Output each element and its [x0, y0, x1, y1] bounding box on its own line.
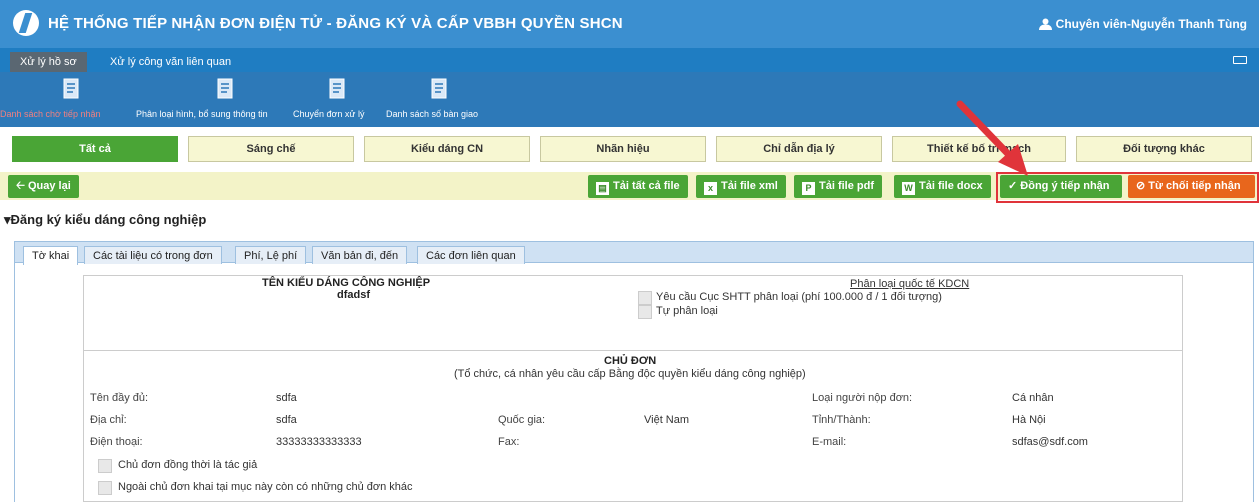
classification-option-2: Tự phân loại — [656, 305, 718, 317]
phone-label: Điện thoại: — [90, 436, 143, 448]
document-list-icon[interactable] — [328, 78, 348, 100]
category-bar: Tất cả Sáng chế Kiểu dáng CN Nhãn hiệu C… — [0, 136, 1259, 164]
user-icon — [1038, 18, 1052, 30]
main-tabbar: Xử lý hồ sơ Xử lý công văn liên quan — [0, 48, 1259, 72]
xml-icon: x — [704, 182, 717, 195]
form-tabs: Tờ khai Các tài liệu có trong đơn Phí, L… — [14, 241, 1254, 265]
back-button[interactable]: 🡠 Quay lại — [8, 175, 79, 198]
keyboard-icon[interactable] — [1233, 56, 1247, 64]
back-arrow-icon: 🡠 — [16, 180, 28, 192]
tab-xu-ly-cong-van[interactable]: Xử lý công văn liên quan — [100, 52, 241, 72]
category-khac[interactable]: Đối tượng khác — [1076, 136, 1252, 162]
app-logo — [13, 10, 39, 36]
document-list-icon[interactable] — [430, 78, 450, 100]
form-tab-van-ban[interactable]: Văn bản đi, đến — [312, 246, 408, 264]
form-tab-don-lien-quan[interactable]: Các đơn liên quan — [417, 246, 525, 264]
category-chi-dan[interactable]: Chỉ dẫn địa lý — [716, 136, 882, 162]
category-kieu-dang[interactable]: Kiểu dáng CN — [364, 136, 530, 162]
download-xml-button[interactable]: x Tải file xml — [696, 175, 786, 198]
owner-is-author-label: Chủ đơn đồng thời là tác giả — [118, 459, 258, 471]
document-list-icon[interactable] — [62, 78, 82, 100]
form-tab-tai-lieu[interactable]: Các tài liệu có trong đơn — [84, 246, 222, 264]
download-xml-label: Tải file xml — [721, 180, 778, 192]
download-pdf-label: Tải file pdf — [819, 180, 874, 192]
fullname-label: Tên đầy đủ: — [90, 392, 149, 404]
toolbar-label-ban-giao[interactable]: Danh sách số bàn giao — [386, 109, 478, 119]
toolbar-label-cho-tiep-nhan[interactable]: Danh sách chờ tiếp nhận — [0, 109, 100, 119]
section-title[interactable]: ▾Đăng ký kiểu dáng công nghiệp — [4, 212, 206, 228]
user-menu[interactable]: Chuyên viên-Nguyễn Thanh Tùng — [1038, 17, 1247, 31]
self-classify-checkbox[interactable] — [638, 305, 652, 319]
country-value: Việt Nam — [644, 414, 690, 426]
classification-option-1: Yêu cầu Cục SHTT phân loại (phí 100.000 … — [656, 291, 942, 303]
design-heading: TÊN KIỂU DÁNG CÔNG NGHIỆP — [262, 277, 431, 289]
owner-subheading: (Tổ chức, cá nhân yêu cầu cấp Bằng độc q… — [454, 368, 806, 380]
owner-is-author-checkbox[interactable] — [98, 459, 112, 473]
category-nhan-hieu[interactable]: Nhãn hiệu — [540, 136, 706, 162]
classification-link[interactable]: Phân loại quốc tế KDCN — [850, 278, 969, 290]
category-tat-ca[interactable]: Tất cả — [12, 136, 178, 162]
back-label: Quay lại — [27, 180, 71, 192]
download-pdf-button[interactable]: P Tải file pdf — [794, 175, 882, 198]
phone-value: 33333333333333 — [276, 436, 362, 448]
owner-heading: CHỦ ĐƠN — [604, 355, 657, 367]
email-value: sdfas@sdf.com — [1012, 436, 1088, 448]
address-value: sdfa — [276, 414, 297, 426]
province-value: Hà Nội — [1012, 414, 1046, 426]
tab-xu-ly-ho-so[interactable]: Xử lý hồ sơ — [10, 52, 87, 72]
classification-option-checkbox[interactable] — [638, 291, 652, 305]
pdf-icon: P — [802, 182, 815, 195]
email-label: E-mail: — [812, 436, 847, 448]
document-list-icon[interactable] — [216, 78, 236, 100]
other-owners-checkbox[interactable] — [98, 481, 112, 495]
app-title: HỆ THỐNG TIẾP NHẬN ĐƠN ĐIỆN TỬ - ĐĂNG KÝ… — [48, 15, 623, 32]
form-tab-phi[interactable]: Phí, Lệ phí — [235, 246, 307, 264]
country-label: Quốc gia: — [498, 414, 546, 426]
design-name: dfadsf — [337, 289, 370, 301]
toolbar-label-phan-loai[interactable]: Phân loại hình, bổ sung thông tin — [136, 109, 268, 119]
category-sang-che[interactable]: Sáng chế — [188, 136, 354, 162]
download-docx-label: Tải file docx — [919, 180, 983, 192]
annotation-arrow-icon — [956, 100, 1028, 176]
fax-label: Fax: — [498, 436, 520, 448]
form-divider — [83, 350, 1183, 351]
section-title-text: Đăng ký kiểu dáng công nghiệp — [10, 212, 207, 227]
address-label: Địa chỉ: — [90, 414, 127, 426]
file-icon: ▤ — [596, 182, 609, 195]
user-name: Chuyên viên-Nguyễn Thanh Tùng — [1055, 17, 1247, 31]
app-header: HỆ THỐNG TIẾP NHẬN ĐƠN ĐIỆN TỬ - ĐĂNG KÝ… — [0, 0, 1259, 48]
word-icon: W — [902, 182, 915, 195]
applicant-type-value: Cá nhân — [1012, 392, 1054, 404]
toolbar-label-chuyen-don[interactable]: Chuyển đơn xử lý — [293, 109, 364, 119]
other-owners-label: Ngoài chủ đơn khai tại mục này còn có nh… — [118, 481, 413, 493]
icon-toolbar: Danh sách chờ tiếp nhận Phân loại hình, … — [0, 72, 1259, 127]
fullname-value: sdfa — [276, 392, 297, 404]
download-all-label: Tải tất cả file — [613, 180, 680, 192]
download-all-button[interactable]: ▤ Tải tất cả file — [588, 175, 688, 198]
province-label: Tỉnh/Thành: — [812, 414, 871, 426]
applicant-type-label: Loại người nộp đơn: — [812, 392, 913, 404]
